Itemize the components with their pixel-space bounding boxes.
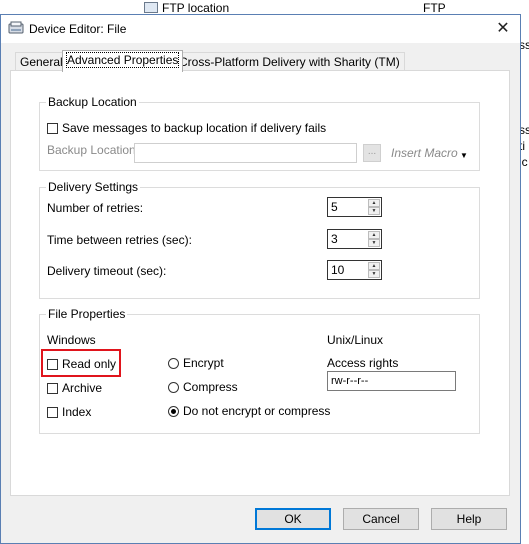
browse-backup-location-button[interactable]: ... — [363, 144, 381, 162]
file-properties-group-title: File Properties — [46, 307, 128, 321]
title-bar[interactable]: Device Editor: File ✕ — [1, 15, 520, 43]
compress-radio[interactable]: Compress — [168, 380, 238, 394]
archive-label: Archive — [62, 381, 103, 395]
encrypt-radio-circle[interactable] — [168, 357, 179, 369]
encrypt-label: Encrypt — [183, 356, 224, 370]
delivery-timeout-label: Delivery timeout (sec): — [47, 264, 167, 278]
dialog-title: Device Editor: File — [29, 22, 127, 36]
time-between-retries-value[interactable]: 3 — [331, 232, 338, 246]
decrement-icon[interactable]: ▼ — [368, 270, 380, 278]
index-label: Index — [62, 405, 92, 419]
index-checkbox-box[interactable] — [47, 406, 58, 418]
device-app-icon — [8, 21, 24, 34]
backup-location-label: Backup Location — [47, 143, 136, 157]
decrement-icon[interactable]: ▼ — [368, 239, 380, 247]
no-encrypt-compress-radio-circle[interactable] — [168, 405, 179, 417]
windows-label: Windows — [47, 333, 96, 347]
tab-general[interactable]: General — [15, 52, 68, 71]
increment-icon[interactable]: ▲ — [368, 262, 380, 270]
no-encrypt-compress-label: Do not encrypt or compress — [183, 404, 331, 418]
read-only-checkbox-box[interactable] — [47, 358, 58, 370]
tab-cross-platform-delivery-label: Cross-Platform Delivery with Sharity (TM… — [179, 55, 400, 69]
delivery-timeout-value[interactable]: 10 — [331, 263, 344, 277]
save-to-backup-label: Save messages to backup location if deli… — [62, 121, 327, 135]
device-editor-dialog: Device Editor: File ✕ General Advanced P… — [0, 14, 521, 544]
close-button[interactable]: ✕ — [490, 17, 516, 41]
background-row-name: FTP location — [162, 1, 230, 15]
archive-checkbox-box[interactable] — [47, 382, 58, 394]
delivery-timeout-stepper[interactable]: 10 ▲ ▼ — [327, 260, 382, 280]
backup-location-group-title: Backup Location — [46, 95, 139, 109]
decrement-icon[interactable]: ▼ — [368, 207, 380, 215]
time-between-retries-stepper[interactable]: 3 ▲ ▼ — [327, 229, 382, 249]
ok-button[interactable]: OK — [255, 508, 331, 530]
spin-buttons: ▲ ▼ — [368, 262, 380, 278]
access-rights-input[interactable] — [327, 371, 456, 391]
unix-linux-label: Unix/Linux — [327, 333, 384, 347]
spin-buttons: ▲ ▼ — [368, 231, 380, 247]
tab-cross-platform-delivery[interactable]: Cross-Platform Delivery with Sharity (TM… — [174, 52, 405, 71]
spin-buttons: ▲ ▼ — [368, 199, 380, 215]
backup-location-input[interactable] — [134, 143, 357, 163]
increment-icon[interactable]: ▲ — [368, 199, 380, 207]
compress-radio-circle[interactable] — [168, 381, 179, 393]
tab-general-label: General — [20, 55, 63, 69]
save-to-backup-checkbox[interactable]: Save messages to backup location if deli… — [47, 121, 326, 135]
ftp-location-icon — [144, 2, 158, 13]
tab-advanced-properties-label: Advanced Properties — [65, 52, 180, 68]
number-of-retries-stepper[interactable]: 5 ▲ ▼ — [327, 197, 382, 217]
chevron-down-icon[interactable]: ▼ — [460, 151, 468, 160]
backup-location-label-text: Backup Location — [47, 143, 136, 157]
index-checkbox[interactable]: Index — [47, 405, 91, 419]
no-encrypt-compress-radio[interactable]: Do not encrypt or compress — [168, 404, 330, 418]
read-only-checkbox[interactable]: Read only — [47, 357, 116, 371]
number-of-retries-value[interactable]: 5 — [331, 200, 338, 214]
read-only-label: Read only — [62, 357, 117, 371]
insert-macro-label[interactable]: Insert Macro — [391, 146, 458, 160]
save-to-backup-checkbox-box[interactable] — [47, 122, 58, 134]
delivery-settings-group-title: Delivery Settings — [46, 180, 141, 194]
advanced-properties-panel: Backup Location Save messages to backup … — [10, 70, 510, 496]
increment-icon[interactable]: ▲ — [368, 231, 380, 239]
tab-advanced-properties[interactable]: Advanced Properties — [62, 50, 184, 72]
compress-label: Compress — [183, 380, 238, 394]
time-between-retries-label: Time between retries (sec): — [47, 233, 192, 247]
background-row-type: FTP — [423, 1, 446, 15]
number-of-retries-label: Number of retries: — [47, 201, 144, 215]
access-rights-label: Access rights — [327, 356, 399, 370]
help-button[interactable]: Help — [431, 508, 507, 530]
archive-checkbox[interactable]: Archive — [47, 381, 102, 395]
close-icon: ✕ — [496, 20, 510, 37]
cancel-button[interactable]: Cancel — [343, 508, 419, 530]
encrypt-radio[interactable]: Encrypt — [168, 356, 224, 370]
